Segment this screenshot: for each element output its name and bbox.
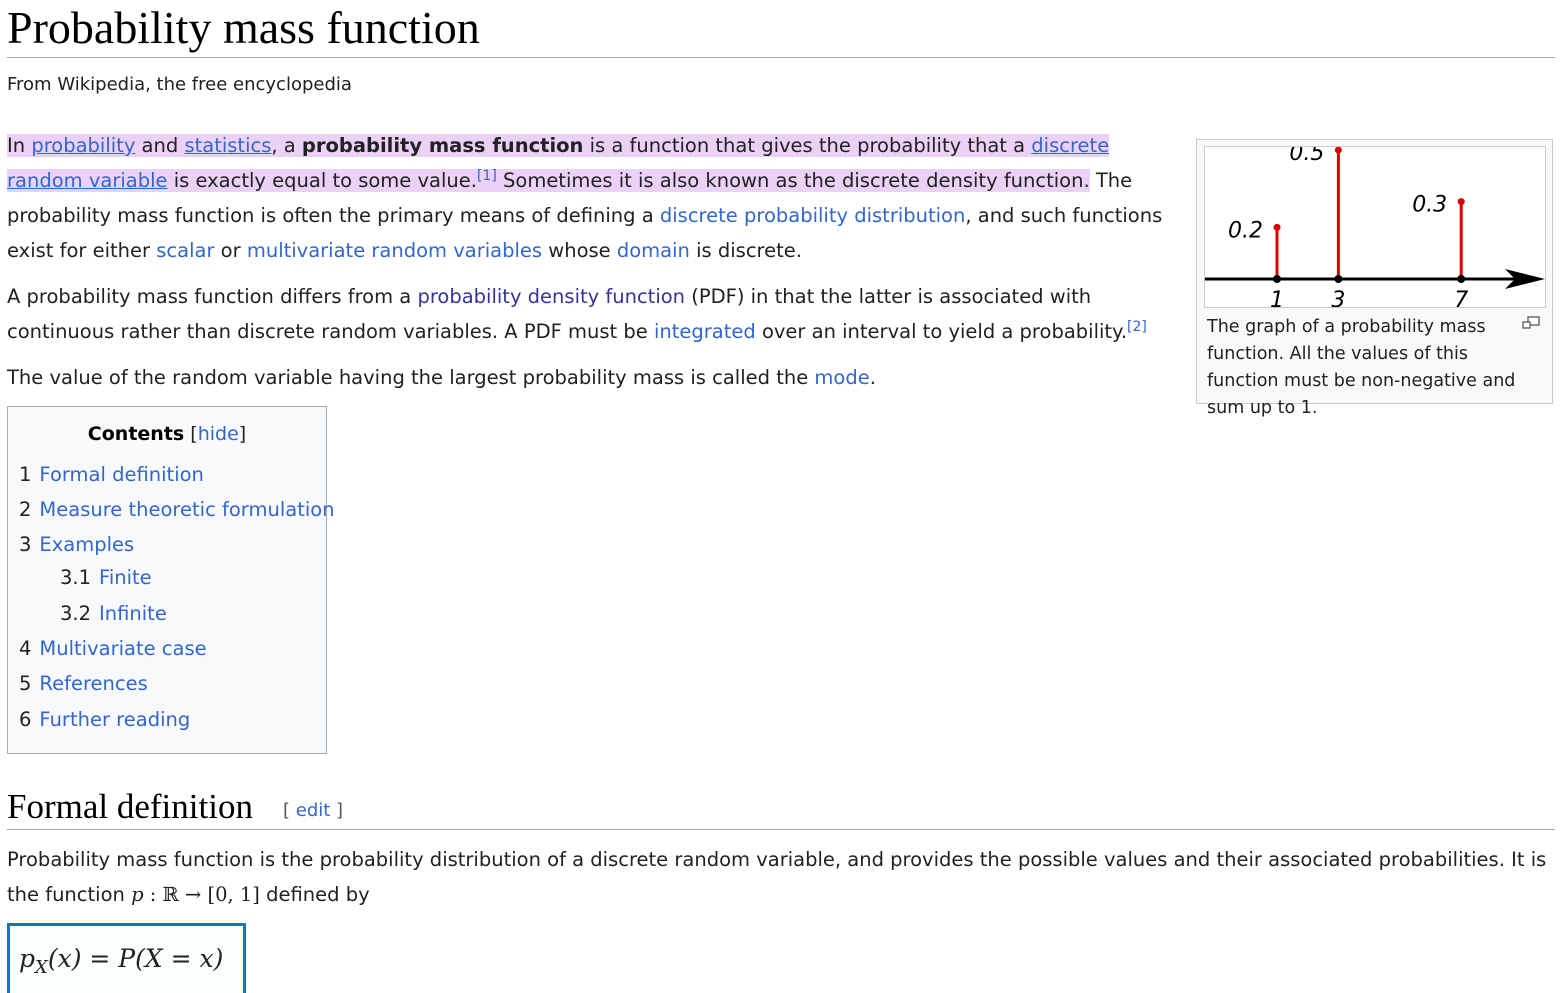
value-label: 0.5 xyxy=(1289,147,1324,166)
math-symbol: p xyxy=(19,944,36,973)
toc-title: Contents xyxy=(87,423,185,445)
link-multivariate-random-variables[interactable]: multivariate random variables xyxy=(247,239,542,262)
link-statistics[interactable]: statistics xyxy=(184,134,271,157)
toc-number: 5 xyxy=(19,672,32,695)
text: or xyxy=(214,239,247,262)
section-paragraph: Probability mass function is the probabi… xyxy=(7,842,1562,912)
toc-number: 2 xyxy=(19,498,32,521)
toc-item[interactable]: 1 Formal definition xyxy=(19,463,204,486)
toc-subitem[interactable]: 3.2 Infinite xyxy=(60,602,167,625)
stem-base-point xyxy=(1457,275,1466,283)
text: In xyxy=(7,134,32,157)
link-probability[interactable]: probability xyxy=(31,134,135,157)
link-integrated[interactable]: integrated xyxy=(654,320,756,343)
figure-caption: The graph of a probability mass function… xyxy=(1207,317,1516,418)
toc-number: 3.2 xyxy=(60,602,92,625)
toc-item[interactable]: 4 Multivariate case xyxy=(19,637,207,660)
link-probability-density-function[interactable]: probability density function xyxy=(417,285,685,308)
reference-2[interactable]: [2] xyxy=(1127,319,1147,335)
toc-number: 3.1 xyxy=(60,566,92,589)
text: is a function that gives the probability… xyxy=(583,134,1032,157)
math-subscript: X xyxy=(35,957,48,978)
intro-paragraph-1: In probability and statistics, a probabi… xyxy=(7,128,1177,268)
text: whose xyxy=(542,239,617,262)
toc-link[interactable]: Formal definition xyxy=(39,463,203,486)
math-symbol: (x) = P(X = x) xyxy=(47,944,224,973)
text: Sometimes it is also known as the discre… xyxy=(496,169,1090,192)
section-edit: [ edit ] xyxy=(283,800,343,821)
link-scalar[interactable]: scalar xyxy=(156,239,214,262)
stem-head xyxy=(1273,223,1281,231)
bracket: [ xyxy=(283,800,296,821)
table-of-contents: Contents [hide] 1 Formal definition 2 Meas… xyxy=(7,406,335,754)
site-tagline: From Wikipedia, the free encyclopedia xyxy=(7,74,352,95)
pmf-graph-image[interactable]: 1 0.2 3 0.5 7 0.3 xyxy=(1204,141,1546,313)
formula: pX(x) = P(X = x) xyxy=(19,944,223,978)
stem-base-point xyxy=(1273,275,1281,283)
page-title: Probability mass function xyxy=(7,2,480,53)
math-symbol: p xyxy=(131,883,144,906)
x-tick-label: 3 xyxy=(1331,288,1345,307)
value-label: 0.2 xyxy=(1228,218,1263,243)
intro-paragraph-2: A probability mass function differs from… xyxy=(7,279,1177,349)
toc-link[interactable]: Measure theoretic formulation xyxy=(39,498,334,521)
toc-link[interactable]: Infinite xyxy=(99,602,167,625)
link-mode[interactable]: mode xyxy=(814,366,869,389)
link-discrete-probability-distribution[interactable]: discrete probability distribution xyxy=(660,204,965,227)
section-divider xyxy=(7,829,1555,830)
toc-link[interactable]: Finite xyxy=(99,566,152,589)
text: is exactly equal to some value. xyxy=(167,169,477,192)
text: The value of the random variable having … xyxy=(7,366,815,389)
toc-link[interactable]: Multivariate case xyxy=(39,637,206,660)
pmf-chart: 1 0.2 3 0.5 7 0.3 xyxy=(1205,141,1545,313)
x-tick-label: 1 xyxy=(1270,288,1284,307)
reference-1[interactable]: [1] xyxy=(477,168,497,184)
toc-subitem[interactable]: 3.1 Finite xyxy=(60,566,152,589)
text: is discrete. xyxy=(689,239,802,262)
bold-term: probability mass function xyxy=(301,134,584,157)
toc-hide-toggle[interactable]: hide xyxy=(198,423,239,445)
math-symbol: → xyxy=(178,883,208,906)
value-label: 0.3 xyxy=(1412,193,1447,218)
bracket: [ xyxy=(190,423,198,445)
text: , a xyxy=(271,134,302,157)
link-domain[interactable]: domain xyxy=(617,239,690,262)
text: over an interval to yield a probability. xyxy=(755,320,1128,343)
math-symbol: [0, 1] xyxy=(207,883,260,906)
toc-item[interactable]: 5 References xyxy=(19,672,148,695)
edit-section-link[interactable]: edit xyxy=(296,800,331,821)
x-tick-label: 7 xyxy=(1454,288,1468,307)
text: defined by xyxy=(259,883,370,906)
text: . xyxy=(869,366,876,389)
text: A probability mass function differs from… xyxy=(7,285,418,308)
stem-base-point xyxy=(1334,275,1343,283)
section-heading: Formal definition xyxy=(7,787,253,826)
toc-item[interactable]: 2 Measure theoretic formulation xyxy=(19,498,335,521)
toc-number: 6 xyxy=(19,708,32,731)
bracket: ] xyxy=(330,800,344,821)
thumbnail-figure: 1 0.2 3 0.5 7 0.3 The graph of a probability … xyxy=(1196,139,1553,418)
stem-head xyxy=(1334,146,1342,154)
toc-number: 4 xyxy=(19,637,32,660)
bracket: ] xyxy=(238,423,247,445)
toc-header: Contents [hide] xyxy=(8,423,326,445)
toc-item[interactable]: 3 Examples xyxy=(19,533,134,556)
toc-link[interactable]: Examples xyxy=(39,533,134,556)
math-symbol: ℝ xyxy=(162,883,179,906)
title-divider xyxy=(7,57,1555,58)
toc-item[interactable]: 6 Further reading xyxy=(19,708,190,731)
math-symbol: : xyxy=(143,883,163,906)
toc-link[interactable]: References xyxy=(39,672,147,695)
intro-paragraph-3: The value of the random variable having … xyxy=(7,360,1177,395)
formula-box: pX(x) = P(X = x) xyxy=(7,923,246,993)
stem-head xyxy=(1457,198,1465,206)
toc-number: 1 xyxy=(19,463,32,486)
toc-link[interactable]: Further reading xyxy=(39,708,190,731)
toc-number: 3 xyxy=(19,533,32,556)
text: and xyxy=(135,134,185,157)
